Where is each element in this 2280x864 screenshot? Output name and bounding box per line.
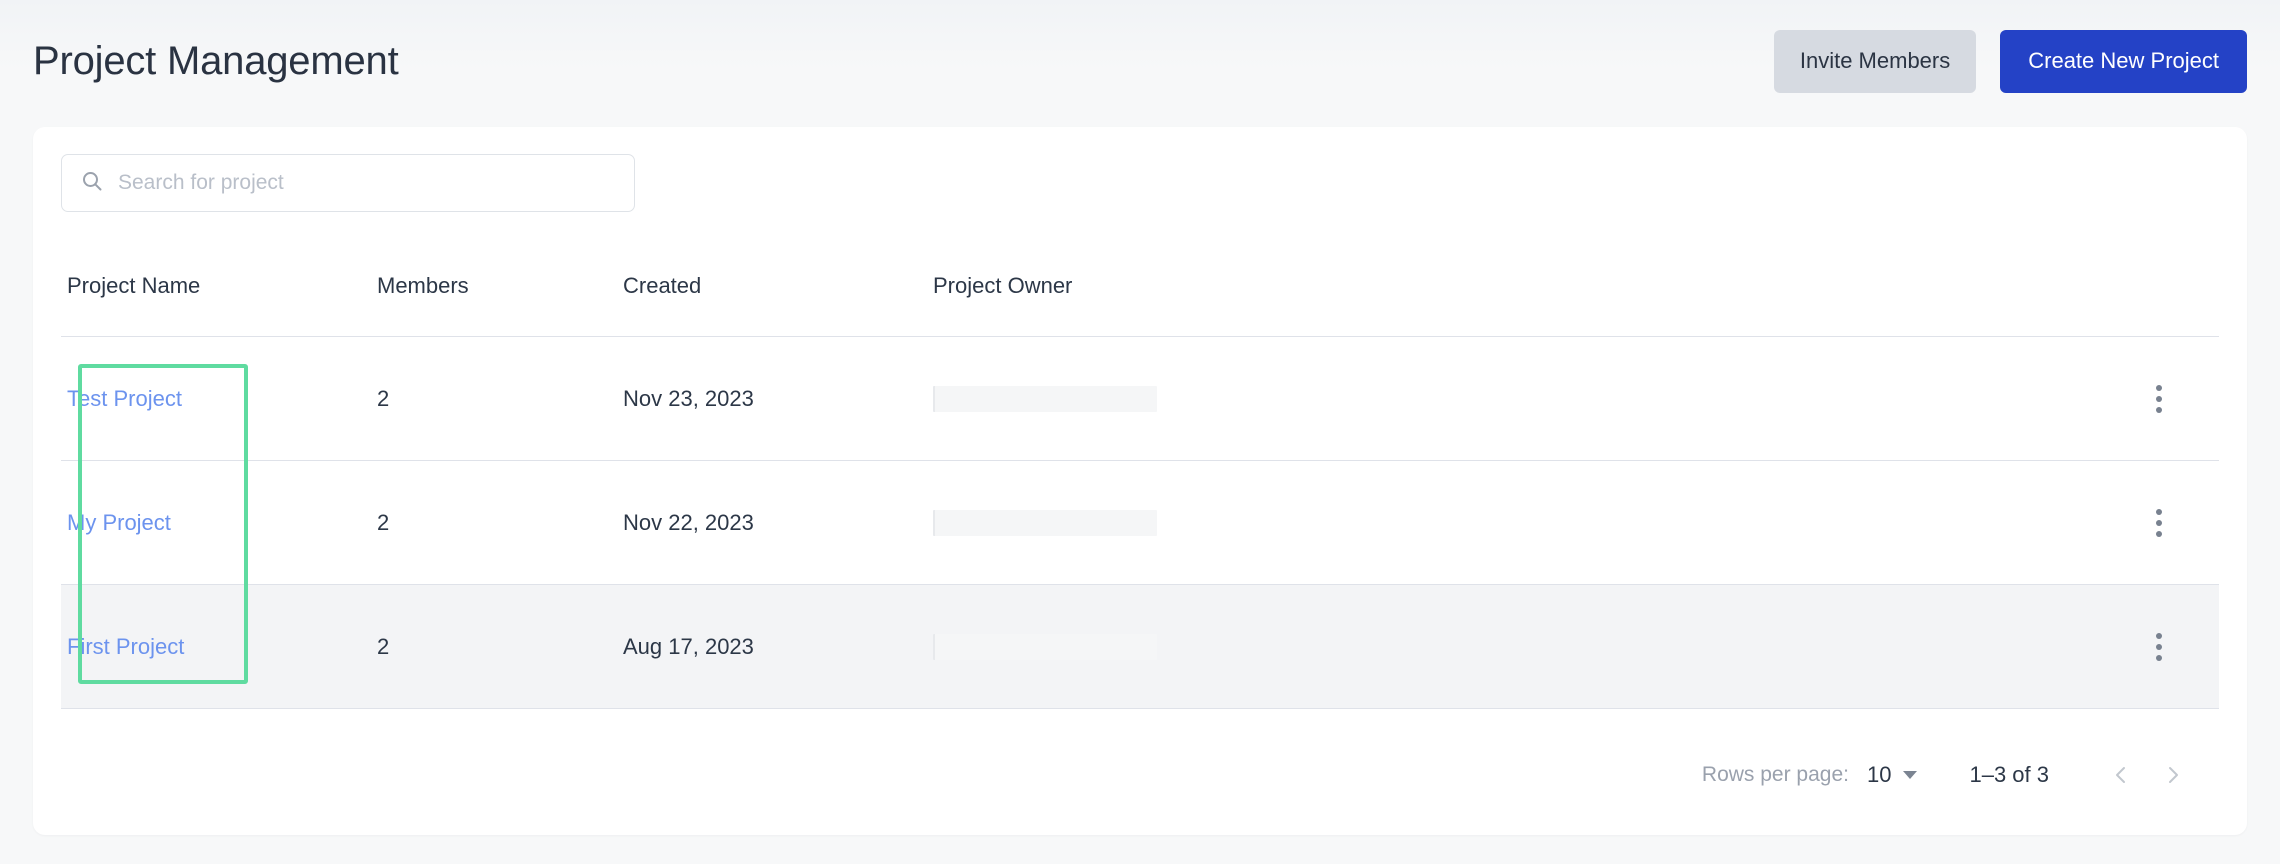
table-header-row: Project Name Members Created Project Own…	[61, 247, 2219, 337]
row-menu-icon[interactable]	[2139, 503, 2179, 543]
owner-placeholder	[933, 634, 1157, 660]
rows-per-page-select[interactable]: 10	[1867, 762, 1917, 788]
project-link[interactable]: Test Project	[67, 386, 182, 411]
cell-actions	[2003, 627, 2213, 667]
cell-project-owner	[933, 386, 2003, 412]
table-row[interactable]: My Project 2 Nov 22, 2023	[61, 461, 2219, 585]
header-actions: Invite Members Create New Project	[1774, 30, 2247, 97]
create-new-project-button[interactable]: Create New Project	[2000, 30, 2247, 93]
page-title: Project Management	[33, 41, 398, 87]
table-row[interactable]: Test Project 2 Nov 23, 2023	[61, 337, 2219, 461]
page-header: Project Management Invite Members Create…	[0, 0, 2280, 127]
search-box[interactable]	[61, 154, 635, 212]
chevron-down-icon	[1903, 771, 1917, 779]
row-menu-icon[interactable]	[2139, 379, 2179, 419]
invite-members-button[interactable]: Invite Members	[1774, 30, 1976, 93]
app-root: Project Management Invite Members Create…	[0, 0, 2280, 864]
owner-placeholder	[933, 386, 1157, 412]
cell-created: Nov 23, 2023	[623, 386, 933, 412]
cell-project-owner	[933, 510, 2003, 536]
owner-placeholder	[933, 510, 1157, 536]
cell-project-name: First Project	[61, 634, 377, 660]
column-header-actions	[2003, 247, 2213, 273]
cell-created: Aug 17, 2023	[623, 634, 933, 660]
previous-page-button[interactable]	[2095, 749, 2147, 801]
search-container	[61, 154, 635, 212]
projects-table: Project Name Members Created Project Own…	[61, 247, 2219, 709]
chevron-left-icon	[2109, 763, 2133, 787]
project-link[interactable]: First Project	[67, 634, 184, 659]
table-row[interactable]: First Project 2 Aug 17, 2023	[61, 585, 2219, 709]
cell-created: Nov 22, 2023	[623, 510, 933, 536]
search-input[interactable]	[118, 155, 616, 211]
cell-members: 2	[377, 386, 623, 412]
projects-card: Project Name Members Created Project Own…	[33, 127, 2247, 835]
cell-project-name: Test Project	[61, 386, 377, 412]
cell-members: 2	[377, 634, 623, 660]
column-header-created: Created	[623, 247, 933, 299]
column-header-project-owner: Project Owner	[933, 247, 2003, 299]
rows-per-page-value: 10	[1867, 762, 1891, 788]
cell-actions	[2003, 379, 2213, 419]
row-menu-icon[interactable]	[2139, 627, 2179, 667]
pagination-range-label: 1–3 of 3	[1969, 762, 2049, 788]
cell-project-name: My Project	[61, 510, 377, 536]
cell-members: 2	[377, 510, 623, 536]
rows-per-page-label: Rows per page:	[1702, 763, 1849, 787]
column-header-members: Members	[377, 247, 623, 299]
search-icon	[80, 169, 104, 198]
next-page-button[interactable]	[2147, 749, 2199, 801]
chevron-right-icon	[2161, 763, 2185, 787]
project-link[interactable]: My Project	[67, 510, 171, 535]
pagination: Rows per page: 10 1–3 of 3	[1702, 745, 2199, 805]
cell-actions	[2003, 503, 2213, 543]
cell-project-owner	[933, 634, 2003, 660]
column-header-project-name: Project Name	[61, 247, 377, 299]
